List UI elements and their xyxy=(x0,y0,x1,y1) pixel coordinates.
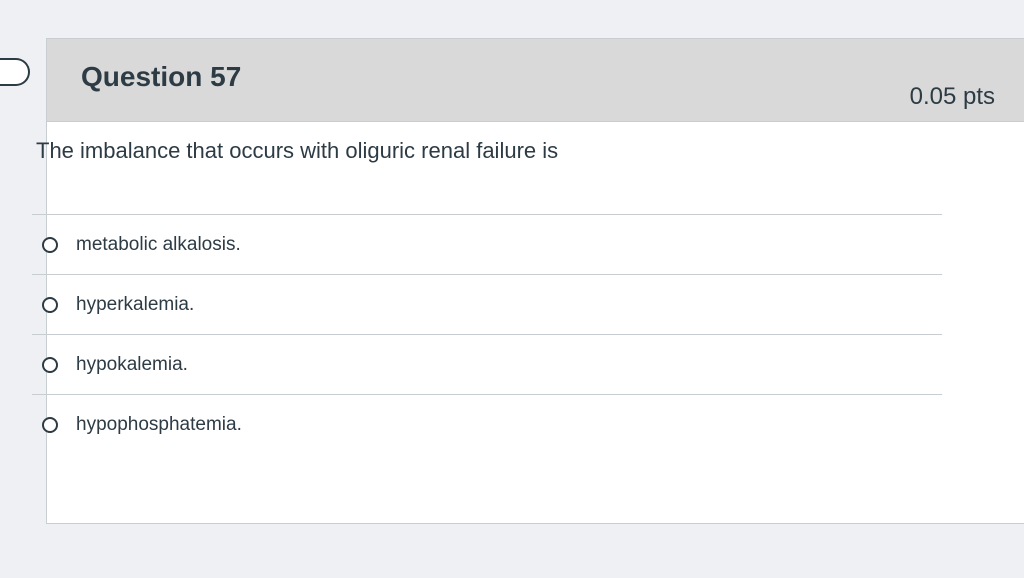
flag-question-icon[interactable] xyxy=(0,58,30,86)
answer-option-3[interactable]: hypokalemia. xyxy=(32,335,942,394)
answer-list: metabolic alkalosis. hyperkalemia. hypok… xyxy=(32,214,942,454)
answer-option-2[interactable]: hyperkalemia. xyxy=(32,275,942,334)
radio-button-icon[interactable] xyxy=(42,236,58,253)
answer-label: hypophosphatemia. xyxy=(76,413,242,435)
question-text: The imbalance that occurs with oliguric … xyxy=(36,138,559,163)
question-points: 0.05 pts xyxy=(909,83,995,110)
question-header: Question 57 0.05 pts xyxy=(47,39,1024,122)
answer-label: hyperkalemia. xyxy=(76,293,195,315)
answer-option-1[interactable]: metabolic alkalosis. xyxy=(32,215,942,274)
radio-button-icon[interactable] xyxy=(42,296,58,313)
answer-option-4[interactable]: hypophosphatemia. xyxy=(32,395,942,454)
answer-label: hypokalemia. xyxy=(76,353,188,375)
radio-button-icon[interactable] xyxy=(42,416,58,433)
radio-button-icon[interactable] xyxy=(42,356,58,373)
answer-label: metabolic alkalosis. xyxy=(76,233,241,255)
question-title: Question 57 xyxy=(81,61,242,92)
